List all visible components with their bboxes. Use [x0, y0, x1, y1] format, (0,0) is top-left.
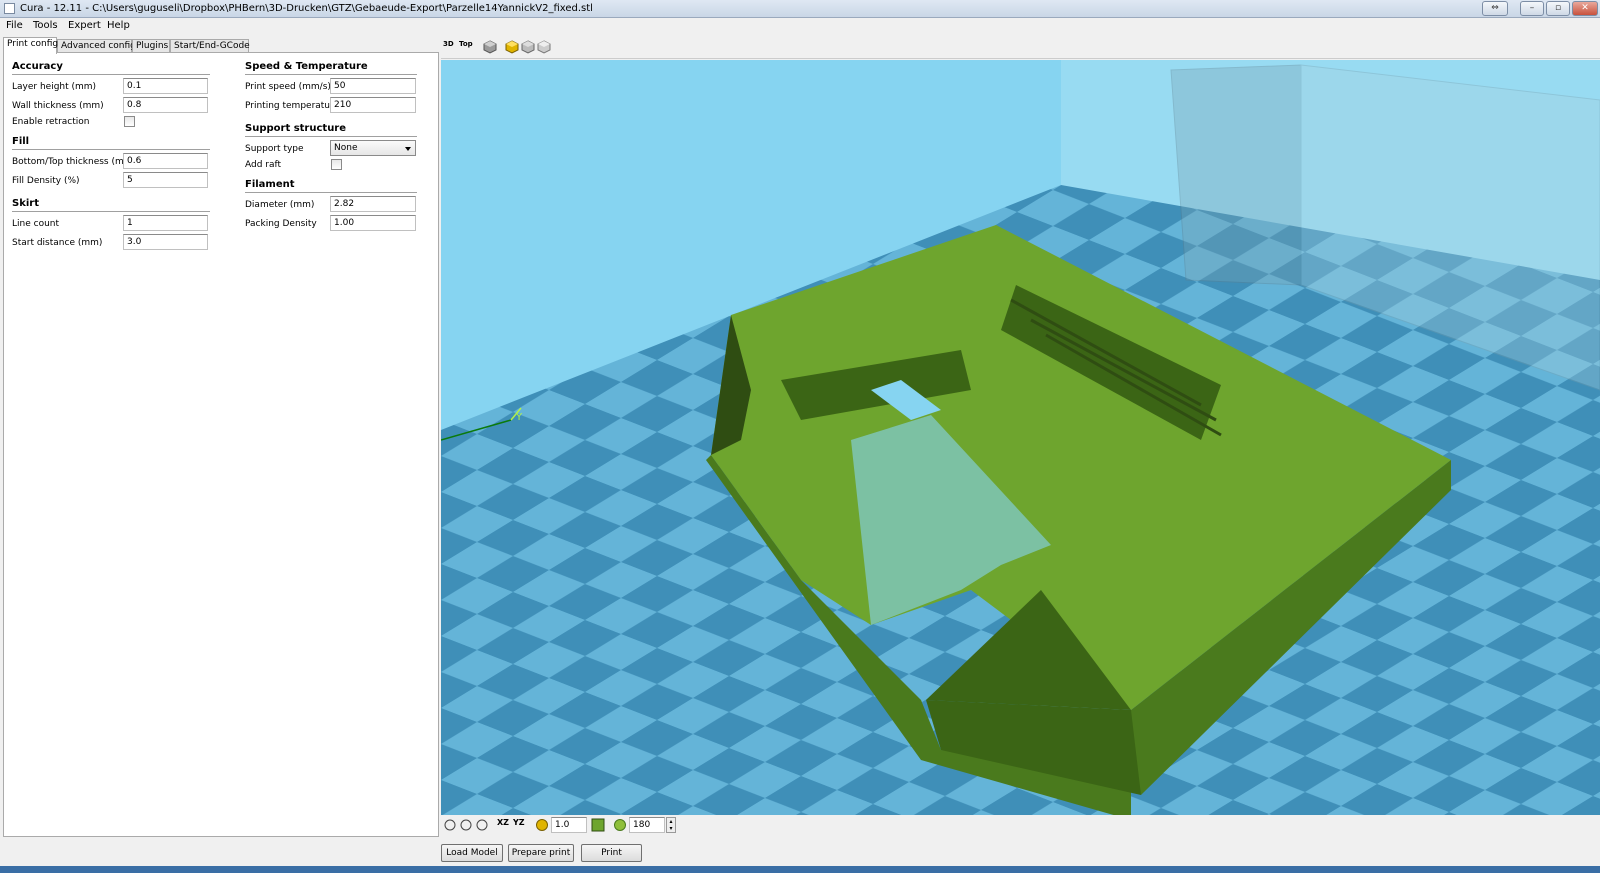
packing-density-label: Packing Density	[245, 219, 317, 229]
config-panel: Print config Advanced config Plugins Sta…	[0, 35, 440, 838]
packing-density-input[interactable]	[330, 215, 416, 231]
section-divider	[245, 136, 417, 137]
add-raft-label: Add raft	[245, 160, 282, 170]
rotate-spinner[interactable]: ▴ ▾	[666, 817, 676, 833]
prepare-print-button[interactable]: Prepare print	[508, 844, 574, 862]
layer-height-input[interactable]	[123, 78, 208, 94]
transparent-render-icon[interactable]	[521, 40, 535, 54]
transform-toolbar: XZ YZ ▴▾	[441, 815, 1600, 837]
cube-view-icon[interactable]	[483, 40, 497, 54]
scale-input[interactable]	[551, 817, 587, 833]
normal-render-icon[interactable]	[505, 40, 519, 54]
enable-retraction-checkbox[interactable]	[124, 116, 135, 127]
close-button[interactable]: ✕	[1572, 1, 1598, 16]
printing-temperature-input[interactable]	[330, 97, 416, 113]
rotate-input[interactable]	[629, 817, 665, 833]
tab-advanced-config[interactable]: Advanced config	[57, 39, 136, 53]
tab-start-end-gcode[interactable]: Start/End-GCode	[170, 39, 250, 53]
print-speed-label: Print speed (mm/s)	[245, 82, 331, 92]
section-divider	[245, 192, 417, 193]
section-divider	[12, 74, 210, 75]
3d-scene[interactable]: Y	[441, 60, 1600, 815]
rotate-y-icon[interactable]	[459, 818, 473, 832]
fill-density-label: Fill Density (%)	[12, 176, 80, 186]
enable-retraction-label: Enable retraction	[12, 117, 90, 127]
section-divider	[245, 74, 417, 75]
support-type-select[interactable]: None	[330, 140, 416, 156]
window-title: Cura - 12.11 - C:\Users\guguseli\Dropbox…	[20, 3, 593, 14]
menu-tools[interactable]: Tools	[33, 20, 58, 31]
view-top-button[interactable]: Top	[459, 40, 473, 54]
section-fill-title: Fill	[12, 136, 30, 147]
menu-file[interactable]: File	[6, 20, 23, 31]
menu-help[interactable]: Help	[107, 20, 130, 31]
y-axis-label: Y	[515, 412, 523, 423]
viewport-area: 3D Top Y	[441, 35, 1600, 815]
taskbar	[0, 866, 1600, 873]
print-speed-input[interactable]	[330, 78, 416, 94]
menu-expert[interactable]: Expert	[68, 20, 101, 31]
title-bar: Cura - 12.11 - C:\Users\guguseli\Dropbox…	[0, 0, 1600, 18]
cura-app-icon	[4, 3, 15, 14]
mirror-xz-button[interactable]: XZ	[497, 818, 509, 827]
restore-down-icon[interactable]: ⇔	[1482, 1, 1508, 16]
xray-render-icon[interactable]	[537, 40, 551, 54]
mirror-yz-button[interactable]: YZ	[513, 818, 525, 827]
rotate-icon	[614, 819, 626, 831]
diameter-input[interactable]	[330, 196, 416, 212]
section-speed-title: Speed & Temperature	[245, 61, 368, 72]
print-button[interactable]: Print	[581, 844, 642, 862]
add-raft-checkbox[interactable]	[331, 159, 342, 170]
minimize-button[interactable]: –	[1520, 1, 1544, 16]
section-divider	[12, 211, 210, 212]
start-distance-input[interactable]	[123, 234, 208, 250]
scale-icon	[536, 819, 548, 831]
diameter-label: Diameter (mm)	[245, 200, 315, 210]
view-3d-button[interactable]: 3D	[443, 40, 457, 54]
section-filament-title: Filament	[245, 179, 295, 190]
chevron-down-icon	[405, 147, 411, 151]
rotate-x-icon[interactable]	[443, 818, 457, 832]
load-model-button[interactable]: Load Model	[441, 844, 503, 862]
bottom-top-thickness-label: Bottom/Top thickness (mm)	[12, 157, 137, 167]
print-config-body: Accuracy Layer height (mm) Wall thicknes…	[3, 52, 439, 837]
view-toolbar: 3D Top	[441, 35, 1600, 59]
bottom-top-thickness-input[interactable]	[123, 153, 208, 169]
line-count-label: Line count	[12, 219, 60, 229]
layer-height-label: Layer height (mm)	[12, 82, 97, 92]
maximize-button[interactable]: ▫	[1546, 1, 1570, 16]
printing-temperature-label: Printing temperature	[245, 101, 340, 111]
section-skirt-title: Skirt	[12, 198, 39, 209]
wall-thickness-label: Wall thickness (mm)	[12, 101, 104, 111]
tab-print-config[interactable]: Print config	[3, 37, 58, 54]
support-type-value: None	[334, 143, 358, 153]
rotate-z-icon[interactable]	[475, 818, 489, 832]
tab-plugins[interactable]: Plugins	[132, 39, 170, 53]
scale-max-icon[interactable]	[591, 818, 605, 832]
fill-density-input[interactable]	[123, 172, 208, 188]
support-type-label: Support type	[245, 144, 304, 154]
wall-thickness-input[interactable]	[123, 97, 208, 113]
section-support-title: Support structure	[245, 123, 347, 134]
menu-bar: File Tools Expert Help	[0, 18, 1600, 35]
start-distance-label: Start distance (mm)	[12, 238, 103, 248]
line-count-input[interactable]	[123, 215, 208, 231]
section-accuracy-title: Accuracy	[12, 61, 63, 72]
section-divider	[12, 149, 210, 150]
